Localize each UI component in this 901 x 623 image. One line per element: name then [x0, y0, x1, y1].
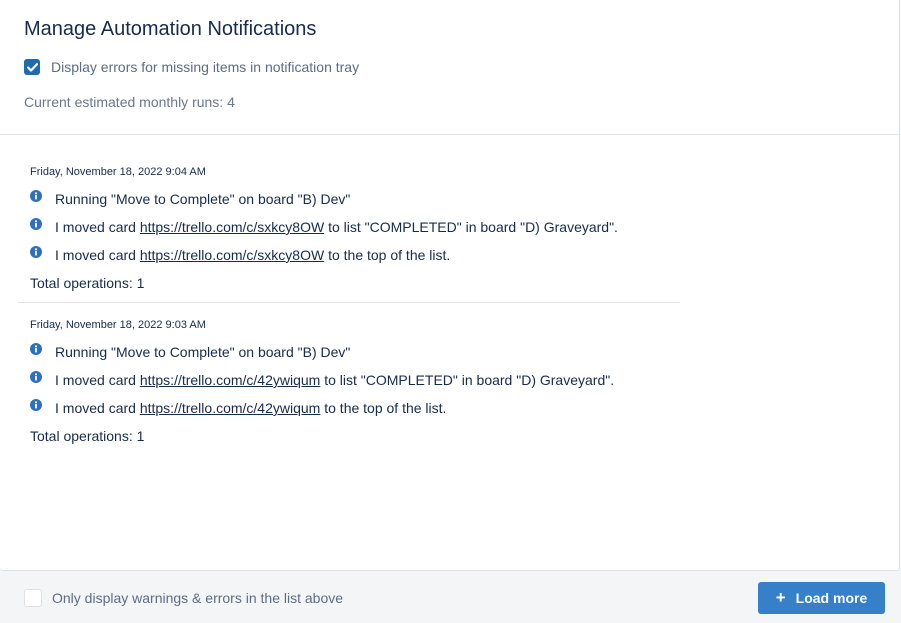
warnings-only-checkbox[interactable]: [24, 588, 42, 607]
total-operations: Total operations: 1: [30, 428, 145, 444]
log-text-segment: to list "COMPLETED" in board "D) Graveya…: [320, 372, 615, 388]
info-icon: [30, 246, 42, 258]
log-text-segment: to the top of the list.: [320, 400, 447, 416]
info-icon: [30, 399, 42, 411]
card-link[interactable]: https://trello.com/c/sxkcy8OW: [140, 247, 324, 263]
log-line-text: I moved card https://trello.com/c/sxkcy8…: [55, 219, 618, 235]
log-line: I moved card https://trello.com/c/42ywiq…: [30, 371, 680, 389]
plus-icon: +: [775, 587, 786, 607]
log-line-text: I moved card https://trello.com/c/42ywiq…: [55, 400, 446, 416]
card-link[interactable]: https://trello.com/c/42ywiqum: [140, 372, 321, 388]
entry-timestamp: Friday, November 18, 2022 9:04 AM: [30, 166, 206, 178]
notification-log: Friday, November 18, 2022 9:04 AM Runnin…: [0, 135, 899, 445]
log-line-text: I moved card https://trello.com/c/42ywiq…: [55, 372, 614, 388]
log-line-text: I moved card https://trello.com/c/sxkcy8…: [55, 247, 450, 263]
card-link[interactable]: https://trello.com/c/42ywiqum: [140, 400, 321, 416]
load-more-button[interactable]: + Load more: [758, 581, 885, 614]
entry-timestamp: Friday, November 18, 2022 9:03 AM: [30, 319, 206, 331]
notifications-panel: Manage Automation Notifications Display …: [0, 0, 900, 571]
info-icon: [30, 343, 42, 355]
checkmark-icon: [26, 62, 38, 72]
warnings-only-label[interactable]: Only display warnings & errors in the li…: [52, 590, 343, 606]
display-errors-row[interactable]: Display errors for missing items in noti…: [24, 58, 875, 76]
log-entry: Friday, November 18, 2022 9:04 AM Runnin…: [18, 135, 680, 303]
log-text-segment: I moved card: [55, 247, 140, 263]
log-line: I moved card https://trello.com/c/sxkcy8…: [30, 218, 680, 236]
load-more-label: Load more: [795, 589, 868, 606]
panel-header: Manage Automation Notifications Display …: [0, 0, 899, 135]
log-text-segment: to the top of the list.: [324, 247, 451, 263]
log-line-text: Running "Move to Complete" on board "B) …: [55, 344, 351, 360]
monthly-runs-text: Current estimated monthly runs: 4: [24, 94, 235, 110]
panel-footer: Only display warnings & errors in the li…: [0, 572, 901, 623]
log-entry: Friday, November 18, 2022 9:03 AM Runnin…: [18, 303, 680, 445]
display-errors-checkbox[interactable]: [24, 59, 40, 75]
log-line: Running "Move to Complete" on board "B) …: [30, 343, 680, 361]
info-icon: [30, 371, 42, 383]
info-icon: [30, 190, 42, 202]
info-icon: [30, 218, 42, 230]
log-text-segment: to list "COMPLETED" in board "D) Graveya…: [324, 219, 618, 235]
total-operations: Total operations: 1: [30, 275, 145, 291]
display-errors-label[interactable]: Display errors for missing items in noti…: [51, 59, 359, 75]
card-link[interactable]: https://trello.com/c/sxkcy8OW: [140, 219, 324, 235]
log-text-segment: I moved card: [55, 400, 140, 416]
log-text-segment: I moved card: [55, 372, 140, 388]
page-title: Manage Automation Notifications: [24, 18, 317, 40]
filter-row[interactable]: Only display warnings & errors in the li…: [24, 588, 343, 607]
log-line-text: Running "Move to Complete" on board "B) …: [55, 191, 351, 207]
log-line: I moved card https://trello.com/c/42ywiq…: [30, 399, 680, 417]
log-text-segment: I moved card: [55, 219, 140, 235]
log-line: I moved card https://trello.com/c/sxkcy8…: [30, 246, 680, 264]
log-line: Running "Move to Complete" on board "B) …: [30, 190, 680, 208]
